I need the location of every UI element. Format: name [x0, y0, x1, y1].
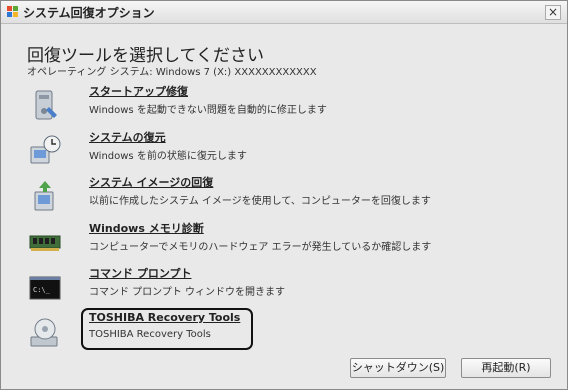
tool-item-memory-diagnostic[interactable]: Windows メモリ診断 コンピューターでメモリのハードウェア エラーが発生し…	[27, 220, 497, 260]
tool-item-system-image[interactable]: システム イメージの回復 以前に作成したシステム イメージを使用して、コンピュー…	[27, 174, 497, 214]
startup-repair-icon	[35, 90, 57, 120]
toshiba-highlight-frame	[81, 308, 253, 350]
tool-item-startup-repair[interactable]: スタートアップ修復 Windows を起動できない問題を自動的に修正します	[27, 83, 497, 123]
tool-link-startup-repair[interactable]: スタートアップ修復	[89, 83, 188, 99]
system-image-icon	[34, 181, 54, 211]
tool-link-command-prompt[interactable]: コマンド プロンプト	[89, 265, 192, 281]
svg-text:C:\_: C:\_	[33, 286, 51, 294]
tool-desc-system-restore: Windows を前の状態に復元します	[89, 151, 247, 162]
tool-item-system-restore[interactable]: システムの復元 Windows を前の状態に復元します	[27, 129, 497, 169]
close-button[interactable]: ×	[545, 5, 561, 20]
tool-desc-command-prompt: コマンド プロンプト ウィンドウを開きます	[89, 287, 286, 298]
tool-desc-memory-diagnostic: コンピューターでメモリのハードウェア エラーが発生しているか確認します	[89, 242, 432, 253]
window-title: システム回復オプション	[23, 6, 155, 20]
memory-icon	[29, 235, 61, 251]
tool-link-system-restore[interactable]: システムの復元	[89, 129, 166, 145]
system-restore-icon	[30, 135, 61, 164]
command-prompt-icon: C:\_	[29, 276, 61, 300]
shutdown-button[interactable]: シャットダウン(S)	[350, 358, 446, 378]
window-icon	[7, 6, 18, 17]
tool-desc-startup-repair: Windows を起動できない問題を自動的に修正します	[89, 105, 327, 116]
system-recovery-window: システム回復オプション × 回復ツールを選択してください オペレーティング シス…	[0, 0, 568, 390]
toshiba-recovery-icon	[30, 318, 58, 347]
restart-button[interactable]: 再起動(R)	[461, 358, 551, 378]
os-info: オペレーティング システム: Windows 7 (X:) XXXXXXXXXX…	[27, 67, 317, 78]
tool-desc-system-image: 以前に作成したシステム イメージを使用して、コンピューターを回復します	[89, 196, 431, 207]
tool-item-command-prompt[interactable]: C:\_ コマンド プロンプト コマンド プロンプト ウィンドウを開きます	[27, 265, 497, 305]
tool-link-system-image[interactable]: システム イメージの回復	[89, 174, 213, 190]
title-bar: システム回復オプション ×	[1, 1, 567, 24]
tool-link-memory-diagnostic[interactable]: Windows メモリ診断	[89, 220, 204, 236]
